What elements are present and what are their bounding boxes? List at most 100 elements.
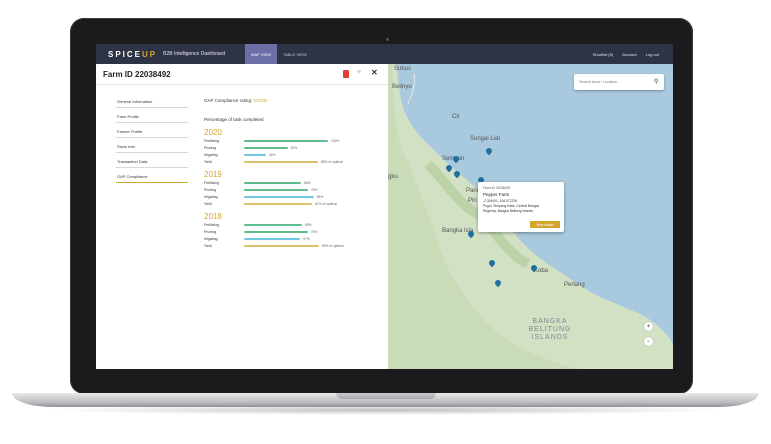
search-icon[interactable]: ⚲ — [654, 78, 658, 85]
progress-label: Pruning — [204, 187, 217, 192]
search-placeholder: Search Area / Location — [579, 80, 618, 84]
progress-row: Pruning 76% — [204, 186, 384, 193]
close-icon[interactable]: ✕ — [371, 68, 378, 77]
search-input[interactable]: Search Area / Location ⚲ — [574, 74, 664, 90]
progress-label: Pruning — [204, 145, 217, 150]
year-heading: 2019 — [204, 170, 222, 179]
nav-actions: Shortlist (5) Account Log out — [593, 52, 659, 57]
yearly-progress: 2020 Fertilizing 100% Pruning 52% Irrigating 2… — [204, 128, 384, 249]
progress-bar — [244, 244, 319, 247]
detail-menu: General Information Farm Profile Farmer Pr… — [116, 95, 188, 185]
year-heading: 2018 — [204, 212, 222, 221]
view-details-button[interactable]: View details — [530, 221, 560, 228]
progress-row: Irrigating 26% — [204, 151, 384, 158]
pdf-icon[interactable] — [343, 70, 349, 78]
menu-item[interactable]: GAP Compliance — [116, 170, 188, 183]
progress-label: Irrigating — [204, 152, 218, 157]
map-label: Cit — [452, 114, 460, 120]
popup-address-line-1: Pugul, Simpang Katis, Central Bangka — [483, 204, 540, 208]
map-label: gku — [388, 174, 398, 180]
popup-address-line-2: Regency, Bangka Belitung Islands — [483, 209, 533, 213]
year-heading: 2020 — [204, 128, 222, 137]
progress-bar — [244, 153, 266, 156]
progress-bar — [244, 195, 314, 198]
zoom-controls: + − — [644, 322, 653, 346]
progress-row: Pruning 76% — [204, 228, 384, 235]
progress-label: Yield — [204, 201, 212, 206]
menu-item[interactable]: Farm Profile — [116, 110, 188, 123]
progress-row: Yield 88% of optimal — [204, 158, 384, 165]
account-link[interactable]: Account — [622, 52, 636, 57]
popup-coordinates: -2.304401, 106.072726 — [483, 199, 518, 203]
tab-map-view[interactable]: MAP VIEW — [245, 44, 278, 64]
logout-link[interactable]: Log out — [646, 52, 659, 57]
progress-value: 100% — [331, 138, 340, 143]
region-label: BANGKA BELITUNG ISLANDS — [528, 318, 572, 341]
shortlist-link[interactable]: Shortlist (5) — [593, 52, 613, 57]
camera-icon — [386, 38, 389, 41]
logo-accent: UP — [142, 49, 158, 59]
progress-label: Fertilizing — [204, 180, 219, 185]
progress-value: 76% — [310, 187, 318, 192]
app-subtitle: B2B Intelligence Dashboard — [163, 51, 226, 57]
progress-row: Fertilizing 100% — [204, 137, 384, 144]
farm-popup: Farm ID 22038492 Pepper Farm -2.304401, … — [478, 182, 564, 232]
gap-rating-value: GOOD — [253, 98, 268, 103]
progress-bar — [244, 188, 308, 191]
map-label: Pin — [468, 198, 477, 204]
map-label: Subus — [394, 66, 412, 72]
progress-label: Irrigating — [204, 194, 218, 199]
map-label: Sungai Liat — [470, 136, 501, 142]
progress-label: Yield — [204, 159, 212, 164]
logo-text: SPICE — [108, 49, 143, 59]
panel-header: Farm ID 22038492 ♥ ✕ — [96, 64, 388, 85]
section-title: Percentage of task completed — [204, 117, 264, 122]
menu-item[interactable]: Transaction Data — [116, 155, 188, 168]
map-view[interactable]: Subus Belinyu Cit Sungai Liat Sempan gku… — [388, 64, 673, 369]
laptop-notch — [336, 393, 436, 399]
progress-row: Fertilizing 69% — [204, 221, 384, 228]
progress-value: 83% — [316, 194, 324, 199]
progress-label: Yield — [204, 243, 212, 248]
farm-detail-panel: Farm ID 22038492 ♥ ✕ General Information… — [96, 64, 388, 369]
gap-content: GAP Compliance rating: GOOD Percentage o… — [204, 98, 384, 249]
zoom-in-button[interactable]: + — [644, 322, 653, 331]
heart-icon[interactable]: ♥ — [357, 69, 361, 76]
progress-label: Fertilizing — [204, 222, 219, 227]
tab-table-view[interactable]: TABLE VIEW — [277, 44, 313, 64]
progress-bar — [244, 223, 302, 226]
menu-item[interactable]: Stock Info — [116, 140, 188, 153]
zoom-out-button[interactable]: − — [644, 337, 653, 346]
progress-row: Irrigating 67% — [204, 235, 384, 242]
progress-value: 88% of optimal — [320, 159, 343, 164]
progress-row: Irrigating 83% — [204, 193, 384, 200]
progress-bar — [244, 230, 308, 233]
progress-bar — [244, 139, 328, 142]
progress-row: Fertilizing 68% — [204, 179, 384, 186]
progress-bar — [244, 181, 302, 184]
progress-value: 52% — [290, 145, 298, 150]
progress-value: 68% — [304, 180, 311, 185]
progress-value: 89% of optimal — [321, 243, 344, 248]
gap-rating-line: GAP Compliance rating: GOOD — [204, 98, 384, 103]
progress-bar — [244, 160, 318, 163]
progress-value: 67% — [303, 236, 310, 241]
popup-farm-name: Pepper Farm — [483, 192, 510, 197]
menu-item[interactable]: Farmer Profile — [116, 125, 188, 138]
progress-row: Pruning 52% — [204, 144, 384, 151]
progress-bar — [244, 237, 301, 240]
progress-bar — [244, 146, 288, 149]
map-label: Belinyu — [392, 84, 412, 90]
map-label: Perlang — [564, 282, 585, 288]
progress-value: 81% of optimal — [315, 201, 337, 206]
progress-row: Yield 89% of optimal — [204, 242, 384, 249]
progress-value: 69% — [304, 222, 312, 227]
menu-item[interactable]: General Information — [116, 95, 188, 108]
progress-bar — [244, 202, 313, 205]
progress-value: 26% — [268, 152, 276, 157]
progress-label: Pruning — [204, 229, 217, 234]
logo[interactable]: SPICEUP — [108, 50, 157, 59]
top-nav: SPICEUP B2B Intelligence Dashboard MAP V… — [96, 44, 673, 64]
gap-rating-label: GAP Compliance rating: — [204, 98, 253, 103]
page-title: Farm ID 22038492 — [103, 70, 171, 79]
